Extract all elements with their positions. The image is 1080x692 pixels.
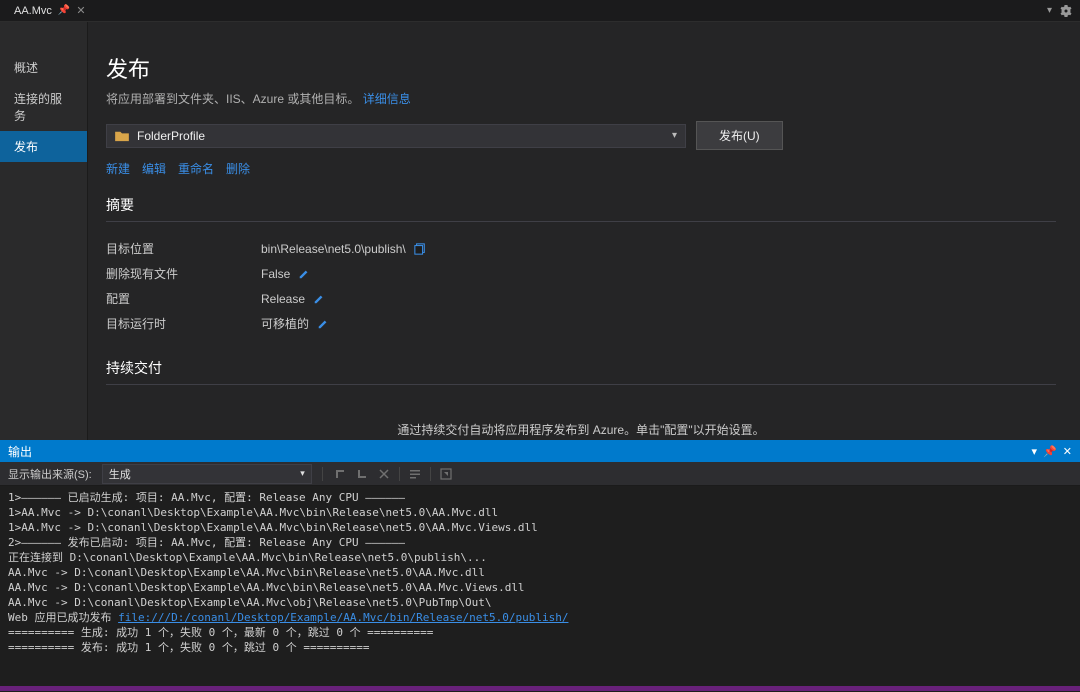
wrap-icon[interactable] (408, 467, 422, 481)
tab-title: AA.Mvc (14, 5, 52, 17)
delete-link[interactable]: 删除 (226, 160, 250, 177)
dropdown-icon[interactable]: ▾ (1032, 445, 1038, 458)
close-icon[interactable]: ✕ (1063, 445, 1072, 458)
summary-row-config: 配置 Release (106, 286, 1056, 311)
cd-text: 通过持续交付自动将应用程序发布到 Azure。单击"配置"以开始设置。 (106, 399, 1056, 440)
output-panel-title: 输出 (8, 443, 32, 460)
tab-bar-right: ▾ (1047, 5, 1080, 17)
output-panel: 输出 ▾ 📌 ✕ 显示输出来源(S): 生成 ▾ 1>—————— 已启动生成:… (0, 440, 1080, 686)
profile-actions: 新建 编辑 重命名 删除 (106, 160, 1056, 177)
pencil-icon[interactable] (298, 268, 310, 280)
profile-name: FolderProfile (137, 129, 205, 143)
publish-button[interactable]: 发布(U) (696, 121, 783, 150)
sidebar-item-publish[interactable]: 发布 (0, 131, 87, 162)
output-toolbar: 显示输出来源(S): 生成 ▾ (0, 462, 1080, 486)
pencil-icon[interactable] (313, 293, 325, 305)
cd-title: 持续交付 (106, 358, 1056, 385)
pencil-icon[interactable] (317, 318, 329, 330)
gear-icon[interactable] (1060, 5, 1072, 17)
summary-value: 可移植的 (261, 315, 309, 332)
document-tab[interactable]: AA.Mvc 📌 ✕ (6, 4, 94, 17)
summary-value: Release (261, 292, 305, 306)
continuous-delivery-section: 持续交付 通过持续交付自动将应用程序发布到 Azure。单击"配置"以开始设置。… (106, 358, 1056, 440)
separator (399, 467, 400, 481)
summary-row-delete: 删除现有文件 False (106, 261, 1056, 286)
external-icon[interactable] (439, 467, 453, 481)
output-source-select[interactable]: 生成 ▾ (102, 464, 312, 484)
output-text-pre: 1>—————— 已启动生成: 项目: AA.Mvc, 配置: Release … (8, 491, 538, 624)
copy-icon[interactable] (414, 243, 426, 255)
profile-row: FolderProfile ▾ 发布(U) (106, 121, 1056, 150)
summary-value: False (261, 267, 290, 281)
sidebar-item-overview[interactable]: 概述 (0, 52, 87, 83)
new-link[interactable]: 新建 (106, 160, 130, 177)
summary-title: 摘要 (106, 195, 1056, 222)
more-info-link[interactable]: 详细信息 (363, 92, 411, 106)
summary-label: 删除现有文件 (106, 265, 261, 282)
chevron-down-icon: ▾ (672, 130, 677, 141)
sidebar-item-connected-services[interactable]: 连接的服务 (0, 83, 87, 131)
goto-next-icon[interactable] (355, 467, 369, 481)
profile-dropdown[interactable]: FolderProfile ▾ (106, 124, 686, 148)
output-source-label: 显示输出来源(S): (8, 466, 92, 482)
publish-description: 将应用部署到文件夹、IIS、Azure 或其他目标。 详细信息 (106, 90, 1056, 107)
summary-label: 目标位置 (106, 240, 261, 257)
publish-sidebar: 概述 连接的服务 发布 (0, 22, 88, 440)
output-source-value: 生成 (109, 466, 131, 482)
goto-prev-icon[interactable] (333, 467, 347, 481)
rename-link[interactable]: 重命名 (178, 160, 214, 177)
summary-row-runtime: 目标运行时 可移植的 (106, 311, 1056, 336)
summary-label: 目标运行时 (106, 315, 261, 332)
output-link[interactable]: file:///D:/conanl/Desktop/Example/AA.Mvc… (118, 611, 568, 624)
close-icon[interactable]: ✕ (76, 4, 85, 17)
pin-icon[interactable]: 📌 (1043, 445, 1057, 458)
summary-label: 配置 (106, 290, 261, 307)
publish-content: 发布 将应用部署到文件夹、IIS、Azure 或其他目标。 详细信息 Folde… (88, 22, 1080, 440)
chevron-down-icon[interactable]: ▾ (1047, 5, 1052, 16)
publish-heading: 发布 (106, 52, 1056, 84)
publish-desc-text: 将应用部署到文件夹、IIS、Azure 或其他目标。 (106, 92, 359, 106)
folder-icon (115, 130, 129, 142)
pin-icon[interactable]: 📌 (58, 5, 70, 16)
output-body[interactable]: 1>—————— 已启动生成: 项目: AA.Mvc, 配置: Release … (0, 486, 1080, 686)
separator (430, 467, 431, 481)
output-text-post: ========== 生成: 成功 1 个，失败 0 个，最新 0 个，跳过 0… (8, 626, 433, 654)
status-bar-edge (0, 686, 1080, 691)
separator (322, 467, 323, 481)
summary-table: 目标位置 bin\Release\net5.0\publish\ 删除现有文件 … (106, 236, 1056, 336)
summary-row-target: 目标位置 bin\Release\net5.0\publish\ (106, 236, 1056, 261)
summary-value: bin\Release\net5.0\publish\ (261, 242, 406, 256)
document-tab-bar: AA.Mvc 📌 ✕ ▾ (0, 0, 1080, 22)
output-header: 输出 ▾ 📌 ✕ (0, 440, 1080, 462)
chevron-down-icon: ▾ (300, 468, 305, 479)
publish-main: 概述 连接的服务 发布 发布 将应用部署到文件夹、IIS、Azure 或其他目标… (0, 22, 1080, 440)
clear-icon[interactable] (377, 467, 391, 481)
edit-link[interactable]: 编辑 (142, 160, 166, 177)
